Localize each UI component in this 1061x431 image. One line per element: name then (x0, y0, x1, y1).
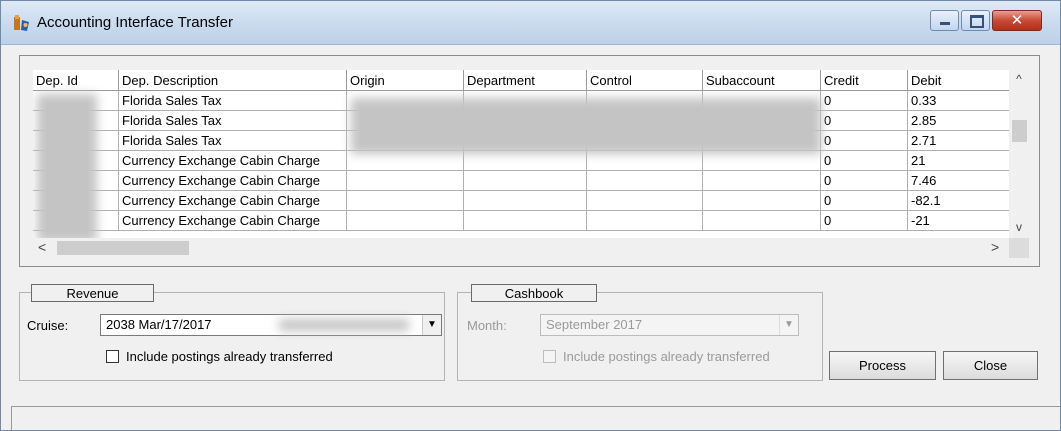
cruise-label: Cruise: (27, 318, 69, 333)
cell-debit: 2.71 (908, 131, 1009, 151)
horizontal-scrollbar[interactable]: < > (33, 238, 1009, 258)
cell-credit: 0 (821, 171, 908, 191)
window-title: Accounting Interface Transfer (37, 14, 233, 31)
horizontal-scroll-thumb[interactable] (57, 241, 189, 255)
title-bar: Accounting Interface Transfer ✕ (1, 1, 1060, 45)
cell-subaccount (703, 191, 821, 211)
cell-debit: -21 (908, 211, 1009, 231)
cell-department (464, 151, 587, 171)
minimize-button[interactable] (930, 10, 959, 31)
cruise-select[interactable]: 2038 Mar/17/2017 ▼ (100, 314, 442, 336)
cashbook-legend: Cashbook (471, 284, 597, 302)
scrollbar-corner (1009, 238, 1029, 258)
vertical-scrollbar[interactable]: ^ v (1009, 70, 1029, 238)
cell-control (587, 191, 703, 211)
status-bar (11, 406, 1060, 430)
cell-subaccount (703, 211, 821, 231)
redacted-dep-ids (37, 94, 97, 238)
scroll-left-icon[interactable]: < (38, 239, 46, 255)
close-window-button[interactable]: ✕ (992, 10, 1042, 31)
cell-debit: -82.1 (908, 191, 1009, 211)
cell-department (464, 191, 587, 211)
cell-control (587, 211, 703, 231)
cell-credit: 0 (821, 151, 908, 171)
vertical-scroll-thumb[interactable] (1012, 120, 1027, 142)
cell-origin (347, 211, 464, 231)
cell-credit: 0 (821, 191, 908, 211)
scroll-down-icon[interactable]: v (1009, 220, 1029, 234)
cell-credit: 0 (821, 91, 908, 111)
cell-department (464, 211, 587, 231)
cell-credit: 0 (821, 211, 908, 231)
cell-dep-description: Currency Exchange Cabin Charge (119, 151, 347, 171)
column-header-credit[interactable]: Credit (821, 70, 908, 91)
revenue-group (19, 292, 445, 381)
accounting-app-icon (14, 15, 29, 31)
column-header-dep-description[interactable]: Dep. Description (119, 70, 347, 91)
cell-origin (347, 191, 464, 211)
cell-credit: 0 (821, 111, 908, 131)
cell-control (587, 151, 703, 171)
column-header-control[interactable]: Control (587, 70, 703, 91)
cashbook-group (457, 292, 823, 381)
cell-dep-description: Currency Exchange Cabin Charge (119, 171, 347, 191)
cell-debit: 7.46 (908, 171, 1009, 191)
cashbook-include-checkbox[interactable] (543, 350, 556, 363)
process-button[interactable]: Process (829, 351, 936, 380)
redacted-cruise-detail (279, 319, 409, 331)
close-button[interactable]: Close (943, 351, 1038, 380)
grid-frame: Dep. Id Dep. Description Origin Departme… (19, 55, 1040, 267)
revenue-include-label: Include postings already transferred (126, 349, 333, 364)
cell-dep-description: Florida Sales Tax (119, 131, 347, 151)
cell-origin (347, 171, 464, 191)
month-select[interactable]: September 2017 ▼ (540, 314, 799, 336)
cell-department (464, 171, 587, 191)
column-header-subaccount[interactable]: Subaccount (703, 70, 821, 91)
scroll-right-icon[interactable]: > (991, 239, 999, 255)
column-header-department[interactable]: Department (464, 70, 587, 91)
cell-debit: 2.85 (908, 111, 1009, 131)
column-header-origin[interactable]: Origin (347, 70, 464, 91)
table-row[interactable]: Currency Exchange Cabin Charge 0 -82.1 (33, 191, 1009, 211)
cell-debit: 0.33 (908, 91, 1009, 111)
cashbook-include-label: Include postings already transferred (563, 349, 770, 364)
cell-dep-description: Florida Sales Tax (119, 111, 347, 131)
column-header-debit[interactable]: Debit (908, 70, 1009, 91)
month-label: Month: (467, 318, 507, 333)
cell-credit: 0 (821, 131, 908, 151)
chevron-down-icon[interactable]: ▼ (779, 315, 798, 335)
cruise-value: 2038 Mar/17/2017 (106, 317, 212, 332)
table-row[interactable]: Currency Exchange Cabin Charge 0 7.46 (33, 171, 1009, 191)
revenue-include-checkbox[interactable] (106, 350, 119, 363)
month-value: September 2017 (546, 317, 643, 332)
scroll-up-icon[interactable]: ^ (1009, 72, 1029, 86)
cell-dep-description: Florida Sales Tax (119, 91, 347, 111)
table-row[interactable]: Currency Exchange Cabin Charge 0 21 (33, 151, 1009, 171)
cell-subaccount (703, 171, 821, 191)
transfer-grid[interactable]: Dep. Id Dep. Description Origin Departme… (33, 70, 1009, 238)
cell-origin (347, 151, 464, 171)
chevron-down-icon[interactable]: ▼ (422, 315, 441, 335)
cell-subaccount (703, 151, 821, 171)
cell-dep-description: Currency Exchange Cabin Charge (119, 191, 347, 211)
cell-control (587, 171, 703, 191)
accounting-interface-transfer-window: Accounting Interface Transfer ✕ Dep. Id … (0, 0, 1061, 431)
cell-dep-description: Currency Exchange Cabin Charge (119, 211, 347, 231)
redacted-account-codes (351, 98, 821, 154)
column-header-dep-id[interactable]: Dep. Id (33, 70, 119, 91)
cell-debit: 21 (908, 151, 1009, 171)
revenue-legend: Revenue (31, 284, 154, 302)
table-row[interactable]: Currency Exchange Cabin Charge 0 -21 (33, 211, 1009, 231)
close-icon: ✕ (1010, 11, 1024, 29)
maximize-button[interactable] (961, 10, 990, 31)
